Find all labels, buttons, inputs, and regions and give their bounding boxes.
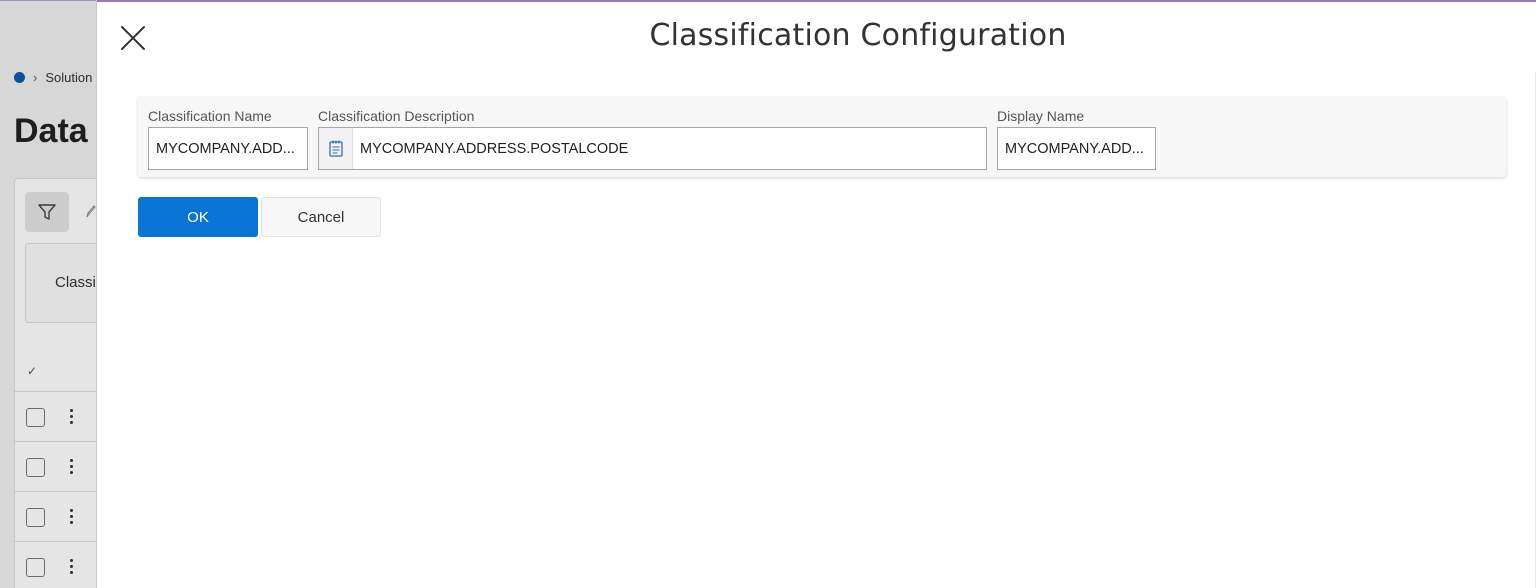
cancel-button[interactable]: Cancel (261, 197, 381, 237)
classification-description-input[interactable]: MYCOMPANY.ADDRESS.POSTALCODE (318, 127, 987, 170)
classification-name-input[interactable]: MYCOMPANY.ADD... (148, 127, 308, 170)
display-name-field: Display Name MYCOMPANY.ADD... (997, 107, 1156, 170)
panel-top-border (97, 0, 1536, 2)
classification-name-field: Classification Name MYCOMPANY.ADD... (148, 107, 308, 170)
classification-description-label: Classification Description (318, 108, 475, 124)
notepad-icon (328, 140, 343, 157)
classification-form: Classification Name MYCOMPANY.ADD... Cla… (138, 97, 1506, 177)
display-name-value: MYCOMPANY.ADD... (1005, 140, 1144, 157)
display-name-label: Display Name (997, 108, 1085, 124)
classification-description-field: Classification Description MYCOMPANY.ADD… (318, 107, 987, 170)
classification-configuration-panel: Classification Configuration Classificat… (96, 0, 1536, 588)
classification-description-value: MYCOMPANY.ADDRESS.POSTALCODE (360, 140, 629, 157)
ok-button[interactable]: OK (138, 197, 258, 237)
display-name-input[interactable]: MYCOMPANY.ADD... (997, 127, 1156, 170)
classification-name-value: MYCOMPANY.ADD... (156, 140, 295, 157)
description-icon-button[interactable] (319, 128, 353, 169)
classification-name-label: Classification Name (148, 108, 272, 124)
dialog-title: Classification Configuration (649, 18, 1067, 53)
